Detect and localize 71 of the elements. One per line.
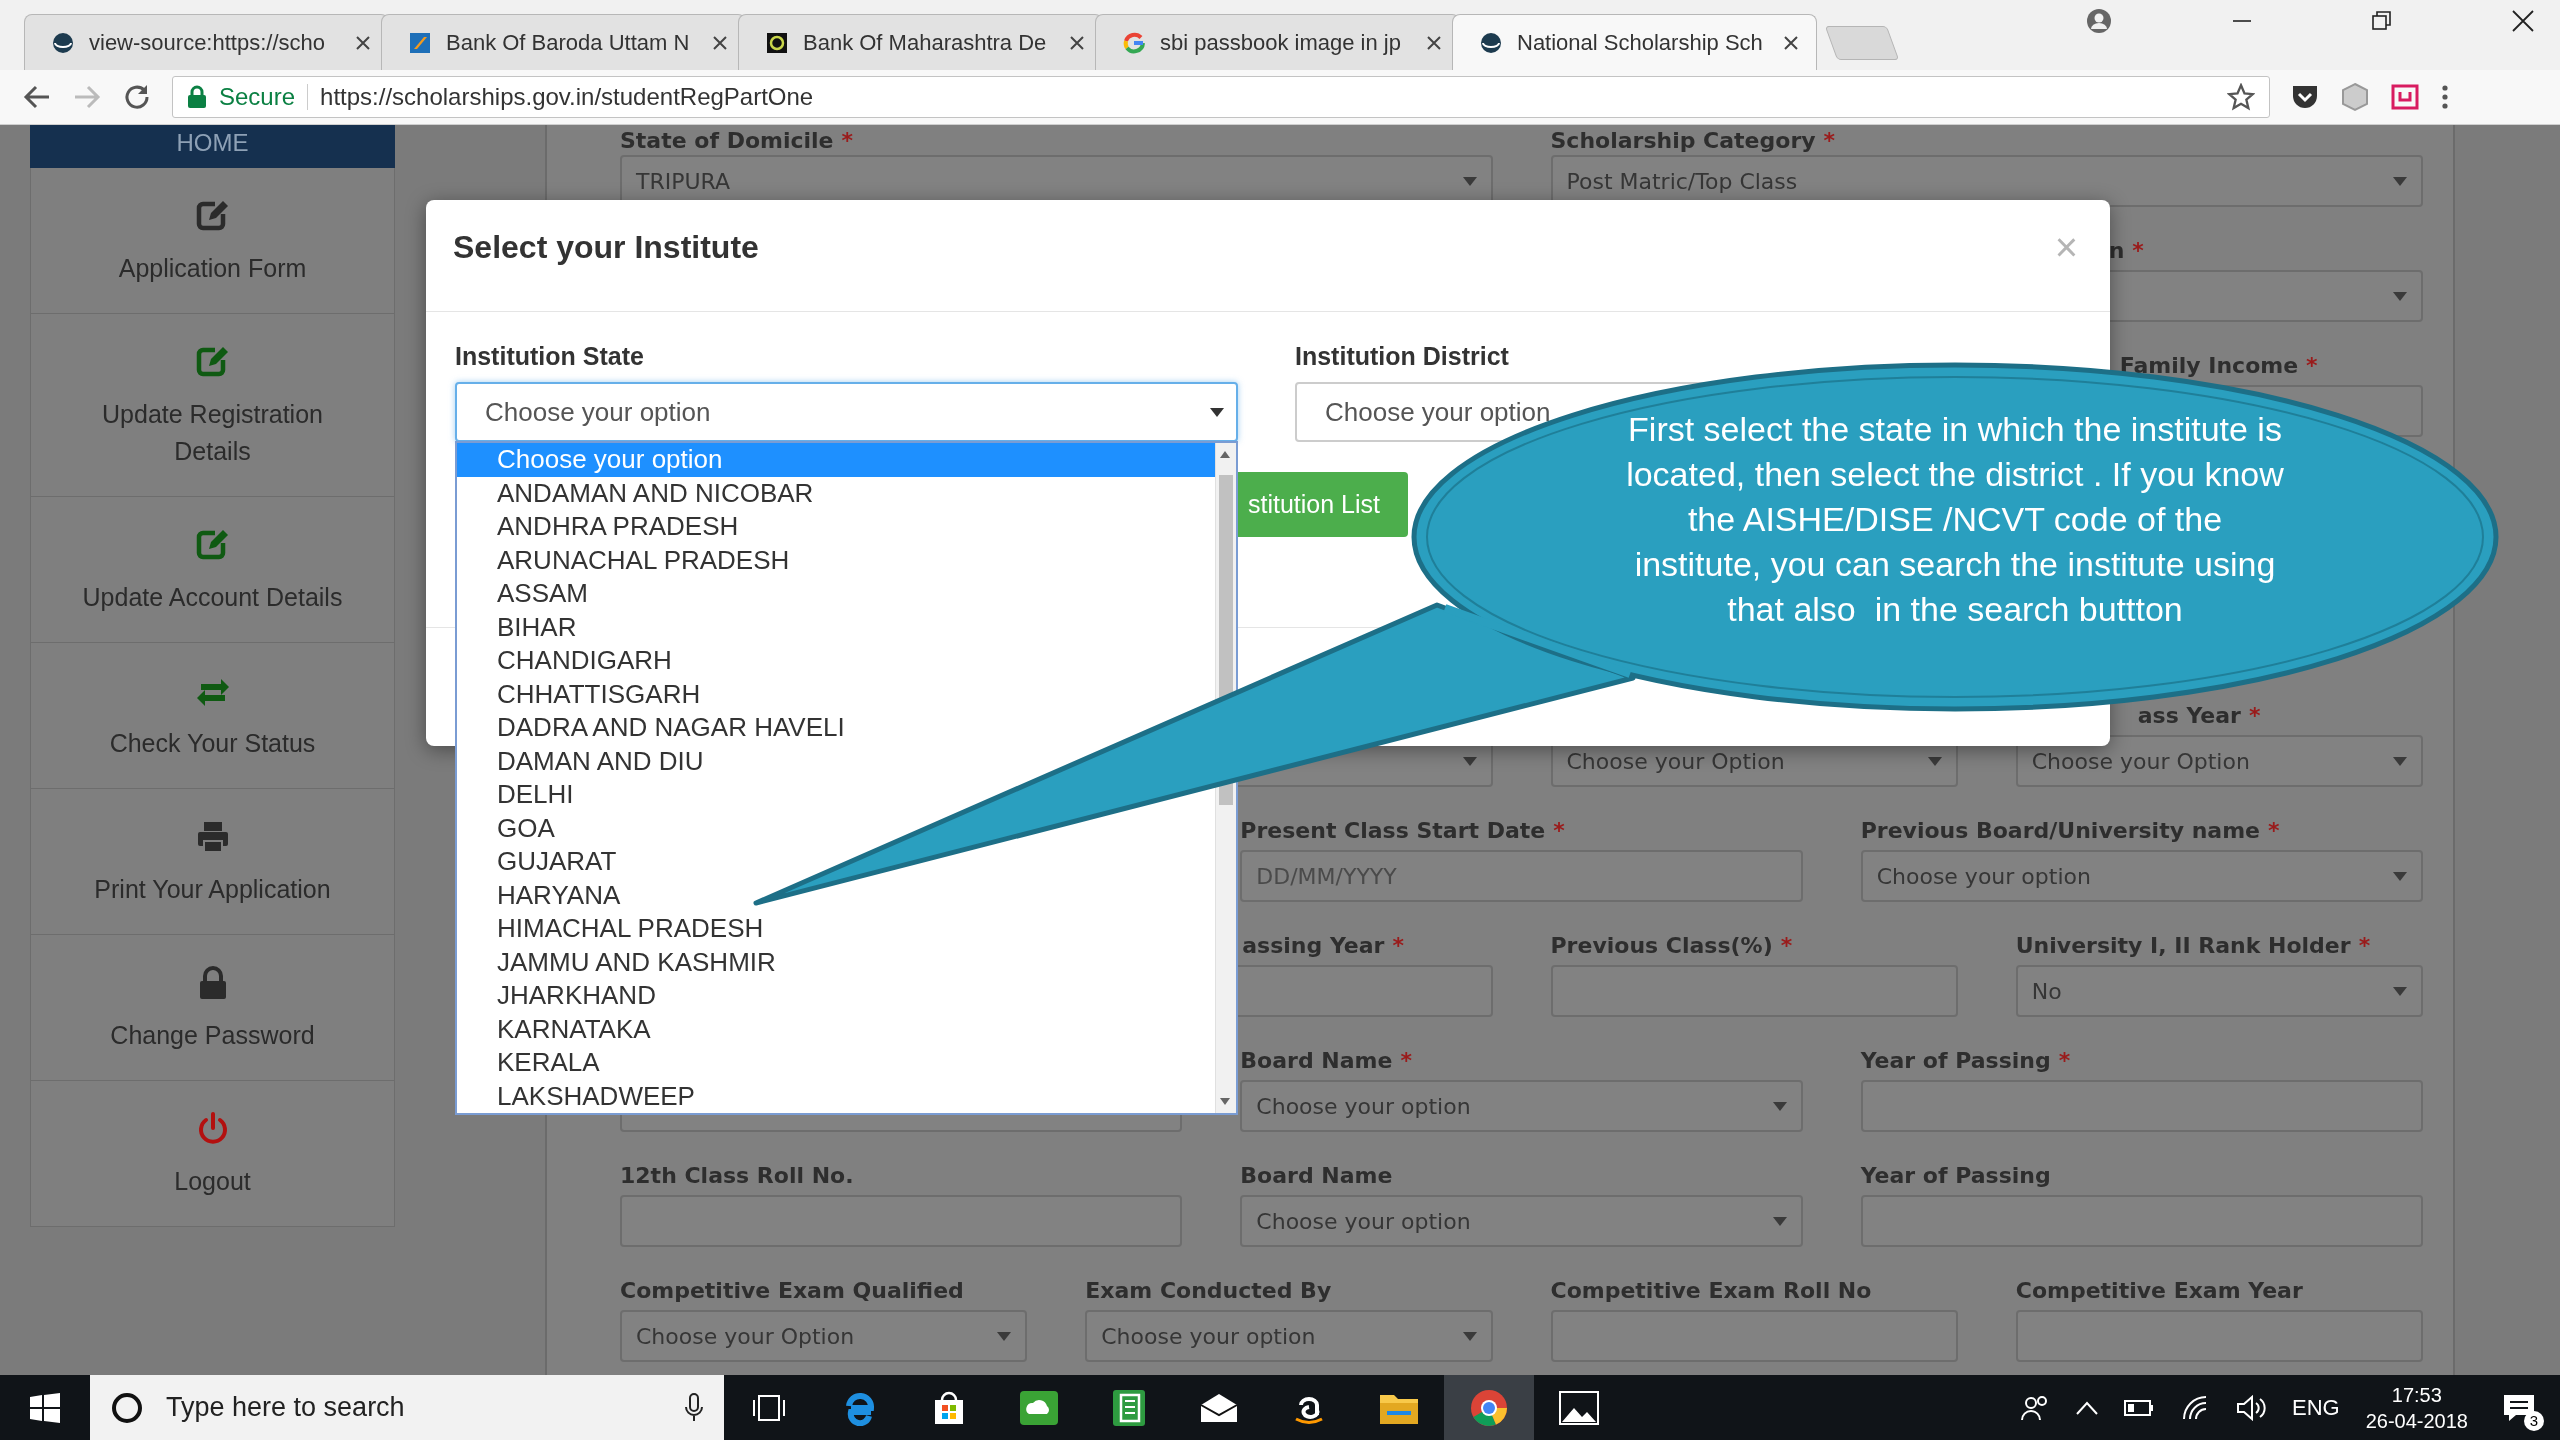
required-mark: * <box>2132 237 2144 263</box>
field-label: assing Year <box>1242 932 1385 958</box>
required-mark: * <box>2058 1047 2071 1073</box>
field-label: n <box>2108 237 2125 263</box>
field-label: Year of Passing <box>1860 1047 2051 1073</box>
field-label: Exam Conducted By <box>1085 1277 1332 1303</box>
required-mark: * <box>2249 702 2261 728</box>
field-label: State of Domicile <box>620 127 834 153</box>
dropdown-option[interactable]: ARUNACHAL PRADESH <box>457 543 1215 577</box>
dropdown-option[interactable]: JAMMU AND KASHMIR <box>457 945 1215 979</box>
field-label: Present Class Start Date <box>1240 817 1546 843</box>
dropdown-option[interactable]: HIMACHAL PRADESH <box>457 912 1215 946</box>
language-indicator[interactable]: ENG <box>2292 1394 2340 1421</box>
field-label: Board Name <box>1240 1162 1393 1188</box>
required-mark: * <box>2306 352 2318 378</box>
dropdown-option[interactable]: GUJARAT <box>457 845 1215 879</box>
dropdown-option[interactable]: LAKSHADWEEP <box>457 1079 1215 1113</box>
sidebar-header[interactable]: HOME <box>30 125 395 168</box>
field-label: Family Income <box>2119 352 2299 378</box>
sidebar-item[interactable]: Print Your Application <box>30 789 395 935</box>
dropdown-option[interactable]: DELHI <box>457 778 1215 812</box>
field-label: Board Name <box>1240 1047 1393 1073</box>
dropdown-option[interactable]: ASSAM <box>457 577 1215 611</box>
tooltip-text: First select the state in which the institute is located, then select the district . If you know the AISHE/DISE /NCVT code of the institute, you can search the institute using that also in the search buttton <box>1625 409 2285 630</box>
dropdown-option[interactable]: ANDHRA PRADESH <box>457 510 1215 544</box>
required-mark: * <box>1392 932 1404 958</box>
dropdown-option[interactable]: ANDAMAN AND NICOBAR <box>457 476 1215 510</box>
required-mark: * <box>1400 1047 1412 1073</box>
select-field[interactable]: Choose your option <box>455 382 1238 442</box>
notification-button[interactable]: 3 <box>2494 1382 2544 1433</box>
field-label: Previous Class(%) <box>1550 932 1773 958</box>
field-label: Institution District <box>1295 342 1510 372</box>
notification-count: 3 <box>2524 1410 2544 1431</box>
field-label: Year of Passing <box>1860 1162 2051 1188</box>
sidebar-item[interactable]: Check Your Status <box>30 643 395 789</box>
required-mark: * <box>1823 127 1836 153</box>
input-field[interactable]: DD/MM/YYYY <box>1240 850 1803 902</box>
clock[interactable]: 17:53 26-04-2018 <box>2365 1381 2468 1434</box>
field-label: Scholarship Category <box>1550 127 1816 153</box>
required-mark: * <box>2358 932 2371 958</box>
required-mark: * <box>1780 932 1793 958</box>
field-label: ass Year <box>2137 702 2241 728</box>
sidebar-item[interactable]: Update Registration Details <box>30 314 395 497</box>
required-mark: * <box>841 127 854 153</box>
required-mark: * <box>1553 817 1565 843</box>
field-label: Institution State <box>455 342 645 372</box>
dropdown-option[interactable]: JHARKHAND <box>457 979 1215 1013</box>
url-text: https://scholarships.gov.in/studentRegPartOne <box>320 83 815 111</box>
dropdown-option[interactable]: KARNATAKA <box>457 1012 1215 1046</box>
sidebar-item[interactable]: Update Account Details <box>30 497 395 643</box>
sidebar-item[interactable]: Application Form <box>30 168 395 314</box>
modal-title: Select your Institute <box>453 229 759 266</box>
dropdown-option[interactable]: BIHAR <box>457 610 1215 644</box>
dropdown-option[interactable]: GOA <box>457 811 1215 845</box>
field-label: Competitive Exam Roll No <box>1550 1277 1872 1303</box>
sidebar-item[interactable]: Logout <box>30 1081 395 1227</box>
field-label: Previous Board/University name <box>1860 817 2260 843</box>
dropdown-option[interactable]: HARYANA <box>457 878 1215 912</box>
field-label: 12th Class Roll No. <box>620 1162 854 1188</box>
search-field[interactable]: Type here to search <box>90 1375 724 1440</box>
sidebar-item[interactable]: Change Password <box>30 935 395 1081</box>
field-label: Competitive Exam Qualified <box>620 1277 964 1303</box>
address-bar[interactable]: Secure https://scholarships.gov.in/studentRegPartOne <box>172 76 2270 118</box>
dropdown-option[interactable]: CHHATTISGARH <box>457 677 1215 711</box>
dropdown-option[interactable]: KERALA <box>457 1046 1215 1080</box>
field-label: University I, II Rank Holder <box>2015 932 2351 958</box>
dropdown-option[interactable]: CHANDIGARH <box>457 644 1215 678</box>
required-mark: * <box>2268 817 2280 843</box>
browser-tab[interactable]: National Scholarship Sch <box>1452 14 1817 70</box>
field-label: Competitive Exam Year <box>2015 1277 2303 1303</box>
security-label: Secure <box>219 83 296 111</box>
